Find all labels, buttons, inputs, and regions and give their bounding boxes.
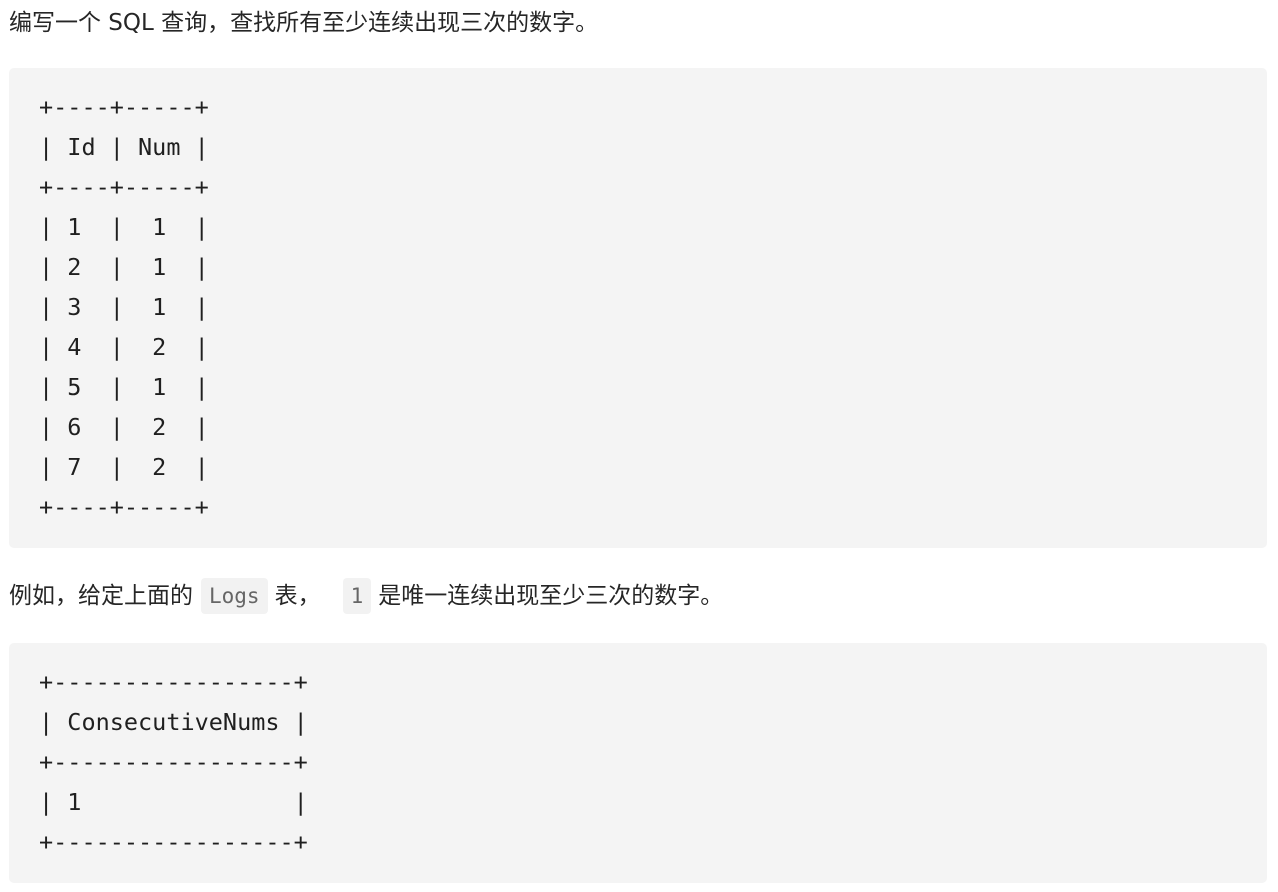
- inline-code-value: 1: [342, 578, 372, 614]
- intro-text: 编写一个 SQL 查询，查找所有至少连续出现三次的数字。: [9, 10, 599, 36]
- code-line: +-----------------+: [39, 668, 308, 696]
- code-line: | 3 | 1 |: [39, 293, 209, 321]
- code-line: | 1 |: [39, 788, 308, 816]
- code-line: | 4 | 2 |: [39, 333, 209, 361]
- example-text: 例如，给定上面的 Logs 表， 1 是唯一连续出现至少三次的数字。: [9, 578, 1268, 614]
- example-middle: 表，: [274, 583, 321, 609]
- code-line: | 7 | 2 |: [39, 453, 209, 481]
- code-line: | 6 | 2 |: [39, 413, 209, 441]
- code-line: +-----------------+: [39, 748, 308, 776]
- code-line: | 1 | 1 |: [39, 213, 209, 241]
- code-line: +-----------------+: [39, 828, 308, 856]
- example-prefix: 例如，给定上面的: [9, 583, 193, 609]
- problem-description: 编写一个 SQL 查询，查找所有至少连续出现三次的数字。 +----+-----…: [0, 0, 1278, 883]
- input-table-code-block: +----+-----+ | Id | Num | +----+-----+ |…: [9, 68, 1267, 548]
- code-line: +----+-----+: [39, 93, 209, 121]
- code-line: +----+-----+: [39, 173, 209, 201]
- example-suffix: 是唯一连续出现至少三次的数字。: [378, 583, 724, 609]
- code-line: | ConsecutiveNums |: [39, 708, 308, 736]
- inline-code-table-name: Logs: [201, 578, 268, 614]
- output-table-code-block: +-----------------+ | ConsecutiveNums | …: [9, 643, 1267, 883]
- code-line: | Id | Num |: [39, 133, 209, 161]
- code-line: +----+-----+: [39, 493, 209, 521]
- code-line: | 5 | 1 |: [39, 373, 209, 401]
- code-line: | 2 | 1 |: [39, 253, 209, 281]
